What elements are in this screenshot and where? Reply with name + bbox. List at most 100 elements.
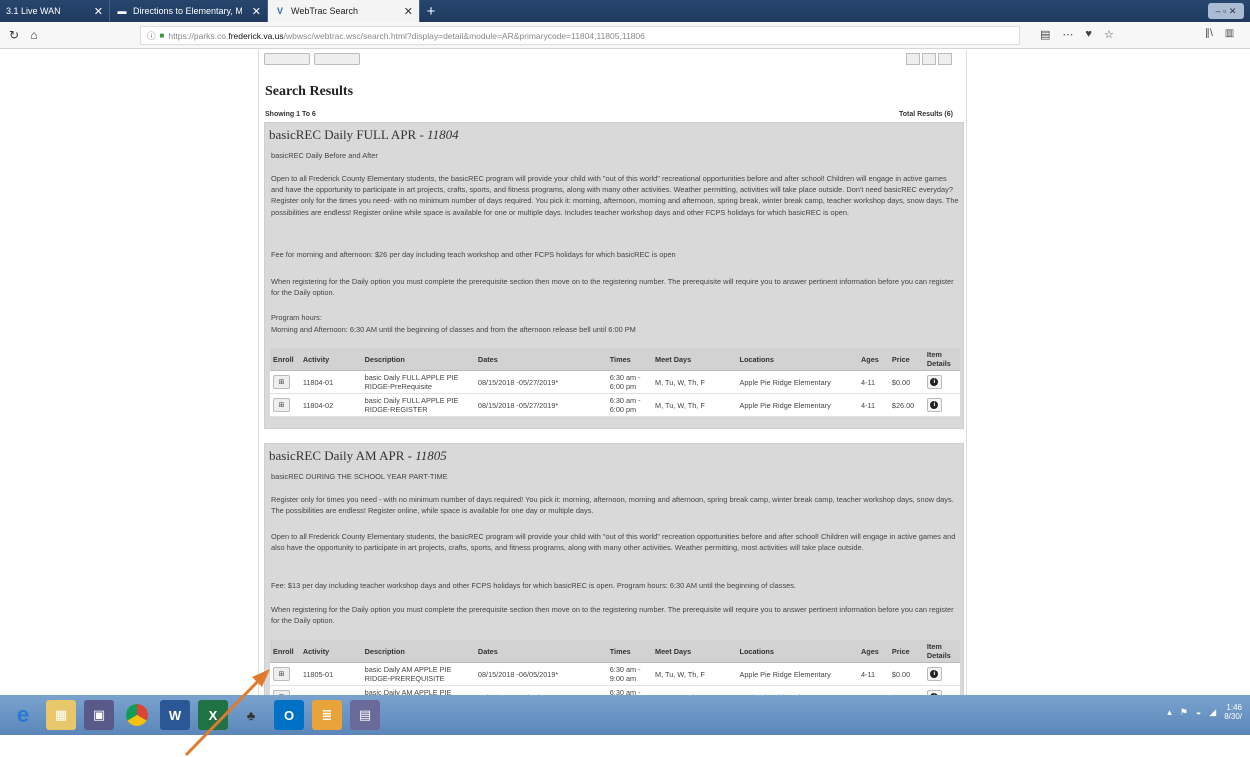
activity-number: 11804-02 [299, 393, 362, 417]
activity-ages: 4-11 [858, 393, 889, 417]
col-activity: Activity [299, 348, 362, 371]
activity-location: Apple Pie Ridge Elementary [736, 662, 858, 686]
col-enroll: Enroll [270, 348, 300, 371]
clock[interactable]: 1:46 8/30/ [1224, 703, 1242, 721]
activity-description: basic Daily FULL APPLE PIE RIDGE-REGISTE… [361, 393, 475, 417]
sidebar-icon[interactable]: ▥ [1225, 28, 1234, 39]
volume-icon[interactable]: ◢ [1209, 707, 1216, 718]
view-toggle-middle[interactable] [922, 53, 936, 65]
close-icon[interactable]: ✕ [404, 5, 413, 18]
section-fee: Fee for morning and afternoon: $26 per d… [271, 250, 676, 259]
top-buttons [264, 53, 360, 65]
col-description: Description [361, 640, 475, 663]
enroll-cart-icon[interactable]: ⊞ [273, 375, 290, 389]
showing-count: Showing 1 To 6 [265, 111, 316, 118]
tab-live-wan[interactable]: 3.1 Live WAN ✕ [0, 0, 110, 22]
webtrac-favicon-icon: V [276, 6, 283, 16]
view-toggle-left[interactable] [906, 53, 920, 65]
media-player-icon[interactable]: ▣ [84, 700, 114, 730]
tray-show-hidden-icon[interactable]: ▴ [1167, 707, 1172, 718]
col-times: Times [606, 640, 653, 663]
activity-location: Apple Pie Ridge Elementary [736, 685, 858, 695]
chrome-icon[interactable] [122, 700, 152, 730]
view-toggle [906, 53, 952, 65]
more-actions-icon[interactable]: ⋯ [1062, 28, 1073, 41]
reload-icon[interactable]: ↻ [4, 28, 24, 42]
activity-price: $0.00 [888, 662, 924, 686]
info-icon: i [930, 378, 939, 386]
item-details-button[interactable]: i [926, 398, 942, 412]
col-locations: Locations [736, 640, 858, 663]
database-icon[interactable]: ≣ [312, 700, 342, 730]
col-times: Times [606, 348, 653, 371]
close-icon[interactable]: ✕ [252, 5, 261, 18]
network-icon[interactable]: ◒ [1196, 707, 1201, 717]
col-price: Price [888, 640, 924, 663]
home-icon[interactable]: ⌂ [24, 28, 44, 42]
activity-dates: 08/15/2018 -05/27/2019* [474, 393, 607, 417]
url-path: /wbwsc/webtrac.wsc/search.html?display=d… [283, 30, 645, 41]
url-prefix: https://parks.co. [168, 30, 229, 41]
item-details-button[interactable]: i [926, 667, 942, 681]
activity-times: 6:30 am - 9:00 am [606, 662, 653, 686]
activity-number: 11805-02 [299, 685, 362, 695]
table-row: ⊞ 11804-01 basic Daily FULL APPLE PIE RI… [270, 370, 960, 394]
activity-ages: 4-11 [858, 662, 889, 686]
col-description: Description [361, 348, 475, 371]
activity-number: 11805-01 [299, 662, 362, 686]
address-bar[interactable]: ⓘ ■ https://parks.co. frederick.va.us/wbw… [140, 26, 1020, 45]
activity-dates: 08/15/2018 -06/05/2019* [474, 685, 607, 695]
col-ages: Ages [858, 348, 889, 371]
view-toggle-right[interactable] [938, 53, 952, 65]
pocket-icon[interactable]: ♥ [1085, 28, 1092, 41]
enroll-cart-icon[interactable]: ⊞ [273, 398, 290, 412]
internet-explorer-icon[interactable]: e [8, 700, 38, 730]
map-icon: ▬ [117, 6, 127, 16]
document-icon[interactable]: ▤ [350, 700, 380, 730]
activity-table: Enroll Activity Description Dates Times … [270, 640, 960, 695]
section-description-2: Open to all Frederick County Elementary … [271, 532, 956, 553]
activity-times: 6:30 am - 6:00 pm [606, 370, 653, 394]
address-bar-actions: ▤ ⋯ ♥ ☆ [1040, 28, 1114, 41]
browser-tab-strip: 3.1 Live WAN ✕ ▬ Directions to Elementar… [0, 0, 1250, 22]
bookmark-star-icon[interactable]: ☆ [1104, 28, 1114, 41]
activity-price: $26.00 [888, 393, 924, 417]
section-hours-label: Program hours: [271, 313, 322, 322]
activity-description: basic Daily AM APPLE PIE RIDGE-PREREQUIS… [361, 662, 475, 686]
activity-section-11805: basicREC Daily AM APR - 11805 basicREC D… [264, 443, 964, 695]
library-icon[interactable]: ∥\ [1205, 28, 1213, 39]
close-icon[interactable]: ✕ [94, 5, 103, 18]
item-details-button[interactable]: i [926, 375, 942, 389]
activity-dates: 08/15/2018 -06/05/2019* [474, 662, 607, 686]
info-icon: i [930, 670, 939, 678]
search-button[interactable] [264, 53, 310, 65]
tab-directions[interactable]: ▬ Directions to Elementary, Midd ✕ [110, 0, 268, 22]
col-meet-days: Meet Days [652, 348, 737, 371]
lock-icon: ■ [159, 31, 165, 40]
info-icon: i [930, 401, 939, 409]
reader-view-icon[interactable]: ▤ [1040, 28, 1050, 41]
col-dates: Dates [474, 640, 607, 663]
activity-section-11804: basicREC Daily FULL APR - 11804 basicREC… [264, 122, 964, 429]
col-ages: Ages [858, 640, 889, 663]
window-controls: – ▫ ✕ [1208, 0, 1250, 22]
activity-times: 6:30 am - 6:00 pm [606, 393, 653, 417]
table-row: ⊞ 11805-02 basic Daily AM APPLE PIE RIDG… [270, 685, 960, 695]
table-row: ⊞ 11804-02 basic Daily FULL APPLE PIE RI… [270, 393, 960, 417]
reset-button[interactable] [314, 53, 360, 65]
file-explorer-icon[interactable]: ▦ [46, 700, 76, 730]
activity-days: M, Tu, W, Th, F [652, 685, 737, 695]
clock-time: 1:46 [1226, 703, 1242, 712]
activity-days: M, Tu, W, Th, F [652, 370, 737, 394]
new-tab-button[interactable]: + [420, 0, 442, 22]
section-subtitle: basicREC DURING THE SCHOOL YEAR PART-TIM… [271, 472, 448, 481]
activity-description: basic Daily FULL APPLE PIE RIDGE-PreRequ… [361, 370, 475, 394]
col-enroll: Enroll [270, 640, 300, 663]
window-minimize-maximize-close[interactable]: – ▫ ✕ [1208, 3, 1244, 19]
tab-webtrac-search[interactable]: V WebTrac Search ✕ [268, 0, 420, 22]
col-meet-days: Meet Days [652, 640, 737, 663]
flag-icon[interactable]: ⚑ [1180, 707, 1188, 718]
table-header: Enroll Activity Description Dates Times … [270, 348, 960, 371]
activity-days: M, Tu, W, Th, F [652, 662, 737, 686]
info-icon[interactable]: ⓘ [147, 30, 156, 42]
